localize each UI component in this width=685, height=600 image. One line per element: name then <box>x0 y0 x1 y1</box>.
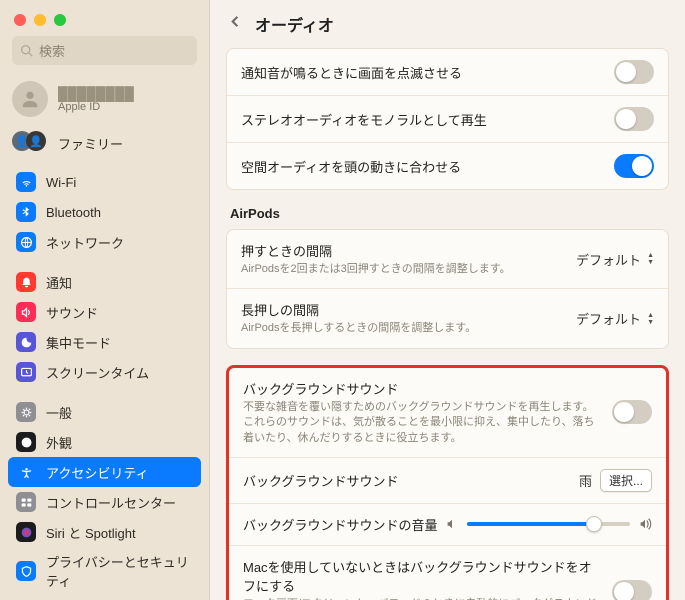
family-icons: 👤👤 <box>12 131 48 155</box>
screentime-icon <box>16 362 36 382</box>
sidebar-item-accessibility[interactable]: アクセシビリティ <box>8 457 201 487</box>
general-icon <box>16 402 36 422</box>
airpods-section-title: AirPods <box>230 206 665 221</box>
sidebar-item-wifi[interactable]: Wi-Fi <box>8 167 201 197</box>
maximize-window-button[interactable] <box>54 14 66 26</box>
airpods-row-desc: AirPodsを長押しするときの間隔を調整します。 <box>241 321 566 336</box>
sidebar-item-label: 一般 <box>46 403 72 422</box>
bg-sound-volume-label: バックグラウンドサウンドの音量 <box>243 515 437 534</box>
close-window-button[interactable] <box>14 14 26 26</box>
sidebar-item-sound[interactable]: サウンド <box>8 297 201 327</box>
sidebar-item-label: Wi-Fi <box>46 175 76 190</box>
basic-row-2: 空間オーディオを頭の動きに合わせる <box>227 143 668 189</box>
bg-sound-select-row: バックグラウンドサウンド 雨 選択... <box>229 458 666 504</box>
basic-toggle-1[interactable] <box>614 107 654 131</box>
basic-toggle-0[interactable] <box>614 60 654 84</box>
background-sound-group: バックグラウンドサウンド 不要な雑音を覆い隠すためのバックグラウンドサウンドを再… <box>229 368 666 600</box>
airpods-selector-1[interactable]: デフォルト▲▼ <box>576 309 654 328</box>
bg-sound-toggle[interactable] <box>612 400 652 424</box>
header: オーディオ <box>210 0 685 44</box>
page-title: オーディオ <box>255 12 334 36</box>
privacy-icon <box>16 561 36 581</box>
window-controls <box>0 0 209 36</box>
basic-row-0: 通知音が鳴るときに画面を点滅させる <box>227 49 668 96</box>
sidebar-item-general[interactable]: 一般 <box>8 397 201 427</box>
sound-icon <box>16 302 36 322</box>
siri-icon <box>16 522 36 542</box>
sidebar-item-controlcenter[interactable]: コントロールセンター <box>8 487 201 517</box>
basic-row-title: ステレオオーディオをモノラルとして再生 <box>241 110 487 129</box>
bg-sound-toggle-title: バックグラウンドサウンド <box>243 379 602 398</box>
bg-sound-select-button[interactable]: 選択... <box>600 469 652 492</box>
wifi-icon <box>16 172 36 192</box>
appearance-icon <box>16 432 36 452</box>
notifications-icon <box>16 272 36 292</box>
sidebar-item-label: スクリーンタイム <box>46 363 149 382</box>
bg-sound-idle-title: Macを使用していないときはバックグラウンドサウンドをオフにする <box>243 557 602 595</box>
avatar <box>12 81 48 117</box>
bg-sound-volume-slider[interactable] <box>467 522 630 526</box>
sidebar: 検索 ████████ Apple ID 👤👤 ファミリー Wi-Fi Bluet… <box>0 0 210 600</box>
airpods-group: 押すときの間隔AirPodsを2回または3回押すときの間隔を調整します。デフォル… <box>226 229 669 349</box>
volume-low-icon <box>445 517 459 531</box>
family-row[interactable]: 👤👤 ファミリー <box>0 125 209 165</box>
airpods-row-desc: AirPodsを2回または3回押すときの間隔を調整します。 <box>241 262 566 277</box>
main-panel: オーディオ 通知音が鳴るときに画面を点滅させるステレオオーディオをモノラルとして… <box>210 0 685 600</box>
sidebar-item-network[interactable]: ネットワーク <box>8 227 201 257</box>
airpods-row-title: 押すときの間隔 <box>241 241 566 260</box>
search-placeholder: 検索 <box>39 41 65 60</box>
sidebar-item-privacy[interactable]: プライバシーとセキュリティ <box>8 547 201 595</box>
bg-sound-toggle-row: バックグラウンドサウンド 不要な雑音を覆い隠すためのバックグラウンドサウンドを再… <box>229 368 666 458</box>
bg-sound-value: 雨 <box>579 471 592 490</box>
bluetooth-icon <box>16 202 36 222</box>
account-sub: Apple ID <box>58 101 134 113</box>
basic-row-title: 空間オーディオを頭の動きに合わせる <box>241 157 461 176</box>
content: 通知音が鳴るときに画面を点滅させるステレオオーディオをモノラルとして再生空間オー… <box>210 44 685 600</box>
sidebar-item-label: 集中モード <box>46 333 111 352</box>
minimize-window-button[interactable] <box>34 14 46 26</box>
account-name: ████████ <box>58 86 134 101</box>
sidebar-item-siri[interactable]: Siri と Spotlight <box>8 517 201 547</box>
sidebar-nav: Wi-Fi Bluetooth ネットワーク通知サウンド集中モードスクリーンタイム一… <box>0 165 209 600</box>
sidebar-item-bluetooth[interactable]: Bluetooth <box>8 197 201 227</box>
controlcenter-icon <box>16 492 36 512</box>
basic-row-title: 通知音が鳴るときに画面を点滅させる <box>241 63 462 82</box>
volume-high-icon <box>638 517 652 531</box>
bg-sound-idle-row: Macを使用していないときはバックグラウンドサウンドをオフにする ロック画面/ス… <box>229 546 666 600</box>
basic-group: 通知音が鳴るときに画面を点滅させるステレオオーディオをモノラルとして再生空間オー… <box>226 48 669 190</box>
basic-row-1: ステレオオーディオをモノラルとして再生 <box>227 96 668 143</box>
search-icon <box>20 44 33 57</box>
family-label: ファミリー <box>58 134 123 153</box>
bg-sound-select-label: バックグラウンドサウンド <box>243 471 398 490</box>
sidebar-item-notifications[interactable]: 通知 <box>8 267 201 297</box>
airpods-row-0: 押すときの間隔 AirPodsを2回または3回押すときの間隔を調整します。デフォル… <box>227 230 668 289</box>
bg-sound-idle-toggle[interactable] <box>612 580 652 600</box>
sidebar-item-label: Siri と Spotlight <box>46 523 136 542</box>
sidebar-item-label: コントロールセンター <box>46 493 176 512</box>
bg-sound-volume-row: バックグラウンドサウンドの音量 <box>229 504 666 546</box>
sidebar-item-label: アクセシビリティ <box>46 463 149 482</box>
highlighted-section: バックグラウンドサウンド 不要な雑音を覆い隠すためのバックグラウンドサウンドを再… <box>226 365 669 600</box>
basic-toggle-2[interactable] <box>614 154 654 178</box>
sidebar-item-label: ネットワーク <box>46 233 124 252</box>
sidebar-item-label: プライバシーとセキュリティ <box>46 552 193 590</box>
accessibility-icon <box>16 462 36 482</box>
focus-icon <box>16 332 36 352</box>
sidebar-item-label: サウンド <box>46 303 98 322</box>
account-row[interactable]: ████████ Apple ID <box>0 75 209 125</box>
airpods-row-title: 長押しの間隔 <box>241 300 566 319</box>
search-input[interactable]: 検索 <box>12 36 197 65</box>
sidebar-item-label: 外観 <box>46 433 72 452</box>
bg-sound-toggle-desc: 不要な雑音を覆い隠すためのバックグラウンドサウンドを再生します。これらのサウンド… <box>243 400 602 446</box>
airpods-row-1: 長押しの間隔 AirPodsを長押しするときの間隔を調整します。デフォルト▲▼ <box>227 289 668 347</box>
sidebar-item-screentime[interactable]: スクリーンタイム <box>8 357 201 387</box>
network-icon <box>16 232 36 252</box>
back-button[interactable] <box>228 14 243 34</box>
sidebar-item-label: Bluetooth <box>46 205 101 220</box>
sidebar-item-focus[interactable]: 集中モード <box>8 327 201 357</box>
airpods-selector-0[interactable]: デフォルト▲▼ <box>576 250 654 269</box>
sidebar-item-label: 通知 <box>46 273 72 292</box>
sidebar-item-appearance[interactable]: 外観 <box>8 427 201 457</box>
